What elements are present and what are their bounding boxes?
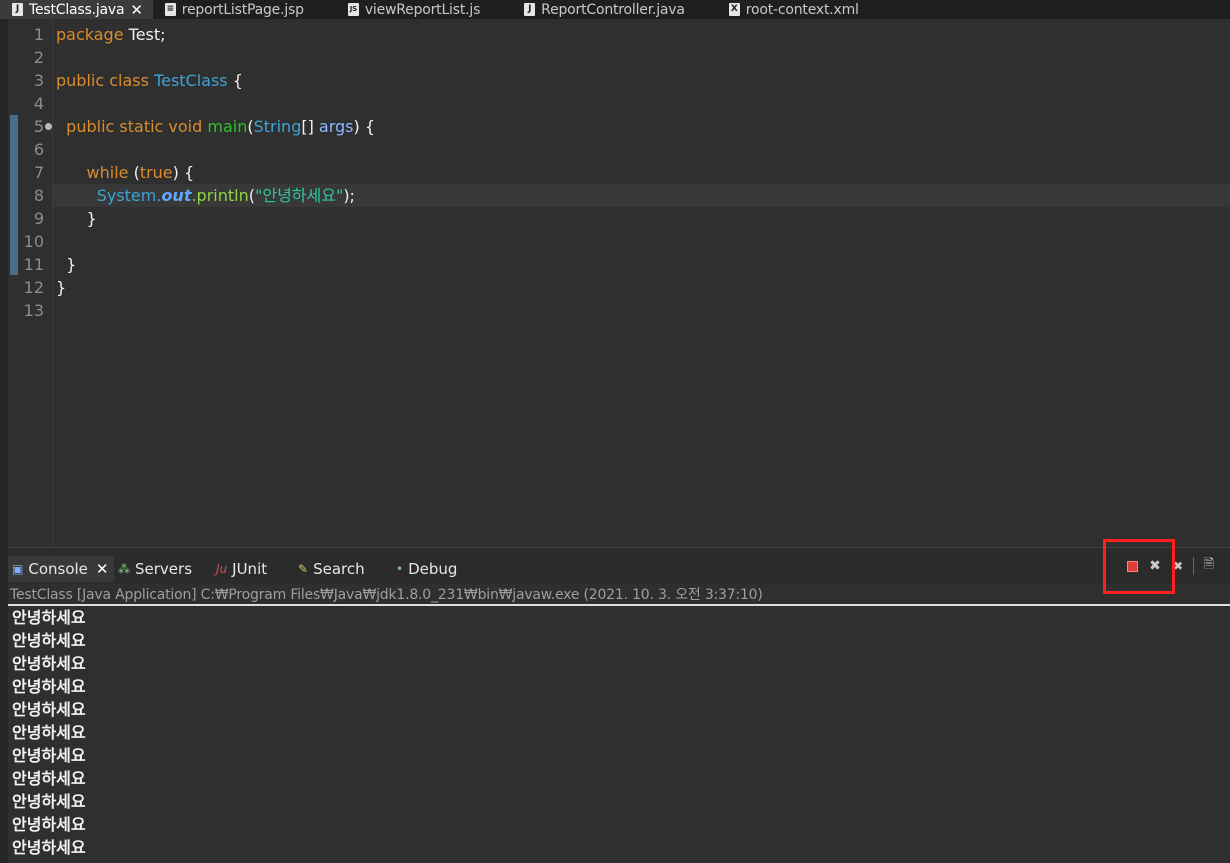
close-icon[interactable]: ✕ <box>130 1 143 19</box>
tab-label: Servers <box>135 560 193 578</box>
bottom-panel-tab-bar: ▣ Console ✕ ⁂ Servers Ju JUnit ✎ Search … <box>8 547 1230 584</box>
console-icon: ▣ <box>12 562 24 576</box>
console-line: 안녕하세요 <box>12 792 86 811</box>
tab-console[interactable]: ▣ Console ✕ <box>8 556 115 582</box>
line-number: 5 <box>33 117 44 136</box>
editor-tab-bar: J TestClass.java ✕ ≡ reportListPage.jsp … <box>0 0 1230 19</box>
code-text: Test; <box>123 25 166 44</box>
tab-debug[interactable]: • Debug <box>396 556 457 582</box>
toolbar-separator <box>1193 557 1194 575</box>
left-trim <box>0 19 8 863</box>
console-line: 안녕하세요 <box>12 654 86 673</box>
tab-root-context-xml[interactable]: X root-context.xml <box>695 0 869 19</box>
keyword: while <box>56 163 129 182</box>
clear-console-icon: 🗎 <box>1203 557 1215 572</box>
method-name: main <box>202 117 248 136</box>
java-file-icon: J <box>12 3 23 16</box>
tab-testclass-java[interactable]: J TestClass.java ✕ <box>0 0 153 19</box>
line-number: 2 <box>33 48 44 67</box>
keyword: true <box>139 163 173 182</box>
code-text: [] <box>301 117 319 136</box>
line-number: 9 <box>33 209 44 228</box>
line-number: 3 <box>33 71 44 90</box>
code-line-1: package Test; <box>56 23 166 46</box>
jsp-file-icon: ≡ <box>164 3 176 16</box>
code-line-3: public class TestClass { <box>56 69 243 92</box>
close-icon[interactable]: ✕ <box>96 560 109 578</box>
junit-icon: Ju <box>216 562 228 576</box>
tab-label: reportListPage.jsp <box>181 1 304 18</box>
static-field: out <box>161 186 192 205</box>
code-line-9: } <box>56 209 97 228</box>
line-number: 11 <box>23 255 44 274</box>
java-file-icon: J <box>524 3 536 16</box>
line-number: 10 <box>23 232 44 251</box>
line-number: 13 <box>23 301 44 320</box>
type-name: String <box>253 117 302 136</box>
code-text: { <box>227 71 243 90</box>
servers-icon: ⁂ <box>118 562 130 576</box>
console-line: 안녕하세요 <box>12 769 86 788</box>
code-text: ) { <box>172 163 195 182</box>
console-process-header: TestClass [Java Application] C:₩Program … <box>8 584 1230 606</box>
line-number: 6 <box>33 140 44 159</box>
line-number: 4 <box>33 94 44 113</box>
console-line: 안녕하세요 <box>12 700 86 719</box>
code-text: ); <box>343 186 355 205</box>
line-number: 8 <box>33 186 44 205</box>
tab-viewreportlist-js[interactable]: JS viewReportList.js <box>314 0 490 19</box>
tab-reportcontroller-java[interactable]: J ReportController.java <box>490 0 695 19</box>
code-line-7: while (true) { <box>56 161 195 184</box>
console-line: 안녕하세요 <box>12 746 86 765</box>
tab-label: Console <box>28 560 88 578</box>
tab-label: JUnit <box>232 560 268 578</box>
console-line: 안녕하세요 <box>12 838 86 857</box>
class-name: TestClass <box>148 71 228 90</box>
keyword: public class <box>56 71 149 90</box>
line-number: 1 <box>33 25 44 44</box>
xml-file-icon: X <box>728 3 740 16</box>
code-line-11: } <box>56 255 77 274</box>
method-call: .println <box>191 186 249 205</box>
code-line-5: public static void main(String[] args) { <box>56 115 375 138</box>
js-file-icon: JS <box>347 3 359 16</box>
parameter-name: args <box>318 117 354 136</box>
code-line-12: } <box>56 278 67 297</box>
debug-icon: • <box>396 562 404 576</box>
tab-label: root-context.xml <box>745 1 859 18</box>
line-number: 7 <box>33 163 44 182</box>
console-line: 안녕하세요 <box>12 723 86 742</box>
console-line: 안녕하세요 <box>12 815 86 834</box>
tab-reportlistpage-jsp[interactable]: ≡ reportListPage.jsp <box>153 0 314 19</box>
gutter-divider <box>52 19 53 547</box>
tab-junit[interactable]: Ju JUnit <box>216 556 267 582</box>
console-output[interactable]: 안녕하세요 안녕하세요 안녕하세요 안녕하세요 안녕하세요 안녕하세요 안녕하세… <box>8 606 1230 863</box>
keyword: package <box>56 25 124 44</box>
clear-console-button[interactable]: 🗎 <box>1201 557 1217 574</box>
fold-icon[interactable] <box>45 123 52 130</box>
code-text: ) { <box>353 117 376 136</box>
tab-servers[interactable]: ⁂ Servers <box>118 556 192 582</box>
line-number-gutter: 1 2 3 4 5 6 7 8 9 10 11 12 13 <box>8 19 52 547</box>
code-editor[interactable]: 1 2 3 4 5 6 7 8 9 10 11 12 13 package Te… <box>8 19 1230 547</box>
console-line: 안녕하세요 <box>12 677 86 696</box>
search-icon: ✎ <box>298 562 309 576</box>
class-name: System. <box>56 186 162 205</box>
tab-label: TestClass.java <box>29 1 125 18</box>
keyword: public static void <box>56 117 203 136</box>
tab-label: ReportController.java <box>541 1 685 18</box>
tab-label: Search <box>313 560 365 578</box>
line-number: 12 <box>23 278 44 297</box>
code-text: ( <box>128 163 140 182</box>
tab-label: Debug <box>408 560 458 578</box>
string-literal: "안녕하세요" <box>254 186 344 205</box>
code-line-8: System.out.println("안녕하세요"); <box>56 184 355 207</box>
console-line: 안녕하세요 <box>12 608 86 627</box>
console-line: 안녕하세요 <box>12 631 86 650</box>
tab-search[interactable]: ✎ Search <box>298 556 365 582</box>
tab-label: viewReportList.js <box>364 1 481 18</box>
